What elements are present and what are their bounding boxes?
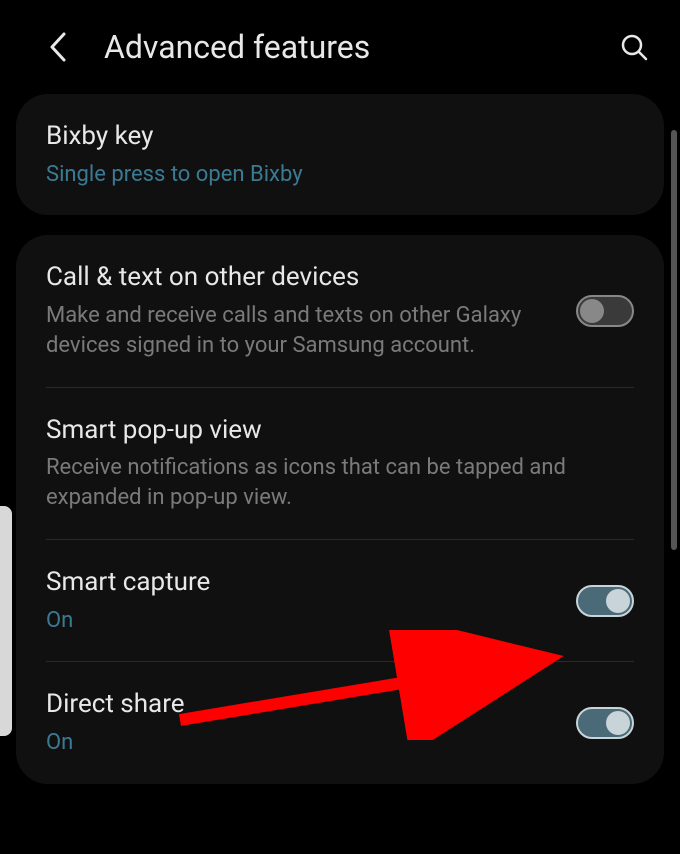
row-subtitle: Single press to open Bixby xyxy=(46,160,614,190)
content-area: Bixby key Single press to open Bixby Cal… xyxy=(0,94,680,784)
row-text: Call & text on other devices Make and re… xyxy=(46,261,576,360)
row-text: Bixby key Single press to open Bixby xyxy=(46,120,634,189)
row-subtitle: On xyxy=(46,728,556,758)
left-edge-tab[interactable] xyxy=(0,506,12,736)
row-text: Smart pop-up view Receive notifications … xyxy=(46,414,634,513)
row-title: Direct share xyxy=(46,688,556,722)
toggle-knob xyxy=(606,711,630,735)
row-title: Call & text on other devices xyxy=(46,261,556,295)
row-title: Bixby key xyxy=(46,120,614,154)
page-title: Advanced features xyxy=(104,28,616,66)
scrollbar-track xyxy=(671,130,677,834)
back-icon[interactable] xyxy=(40,29,76,65)
direct-share-row[interactable]: Direct share On xyxy=(16,662,664,783)
direct-share-toggle[interactable] xyxy=(576,707,634,739)
scrollbar-thumb[interactable] xyxy=(671,130,677,550)
row-title: Smart capture xyxy=(46,566,556,600)
app-header: Advanced features xyxy=(0,0,680,94)
call-text-row[interactable]: Call & text on other devices Make and re… xyxy=(16,235,664,386)
row-subtitle: Make and receive calls and texts on othe… xyxy=(46,301,556,360)
smart-capture-toggle[interactable] xyxy=(576,585,634,617)
smart-popup-row[interactable]: Smart pop-up view Receive notifications … xyxy=(16,388,664,539)
smart-capture-row[interactable]: Smart capture On xyxy=(16,540,664,661)
settings-card-1: Bixby key Single press to open Bixby xyxy=(16,94,664,215)
toggle-knob xyxy=(580,299,604,323)
settings-card-2: Call & text on other devices Make and re… xyxy=(16,235,664,783)
search-icon[interactable] xyxy=(616,29,652,65)
row-subtitle: Receive notifications as icons that can … xyxy=(46,453,614,512)
row-subtitle: On xyxy=(46,606,556,636)
call-text-toggle[interactable] xyxy=(576,295,634,327)
bixby-key-row[interactable]: Bixby key Single press to open Bixby xyxy=(16,94,664,215)
toggle-knob xyxy=(606,589,630,613)
row-text: Direct share On xyxy=(46,688,576,757)
row-text: Smart capture On xyxy=(46,566,576,635)
row-title: Smart pop-up view xyxy=(46,414,614,448)
